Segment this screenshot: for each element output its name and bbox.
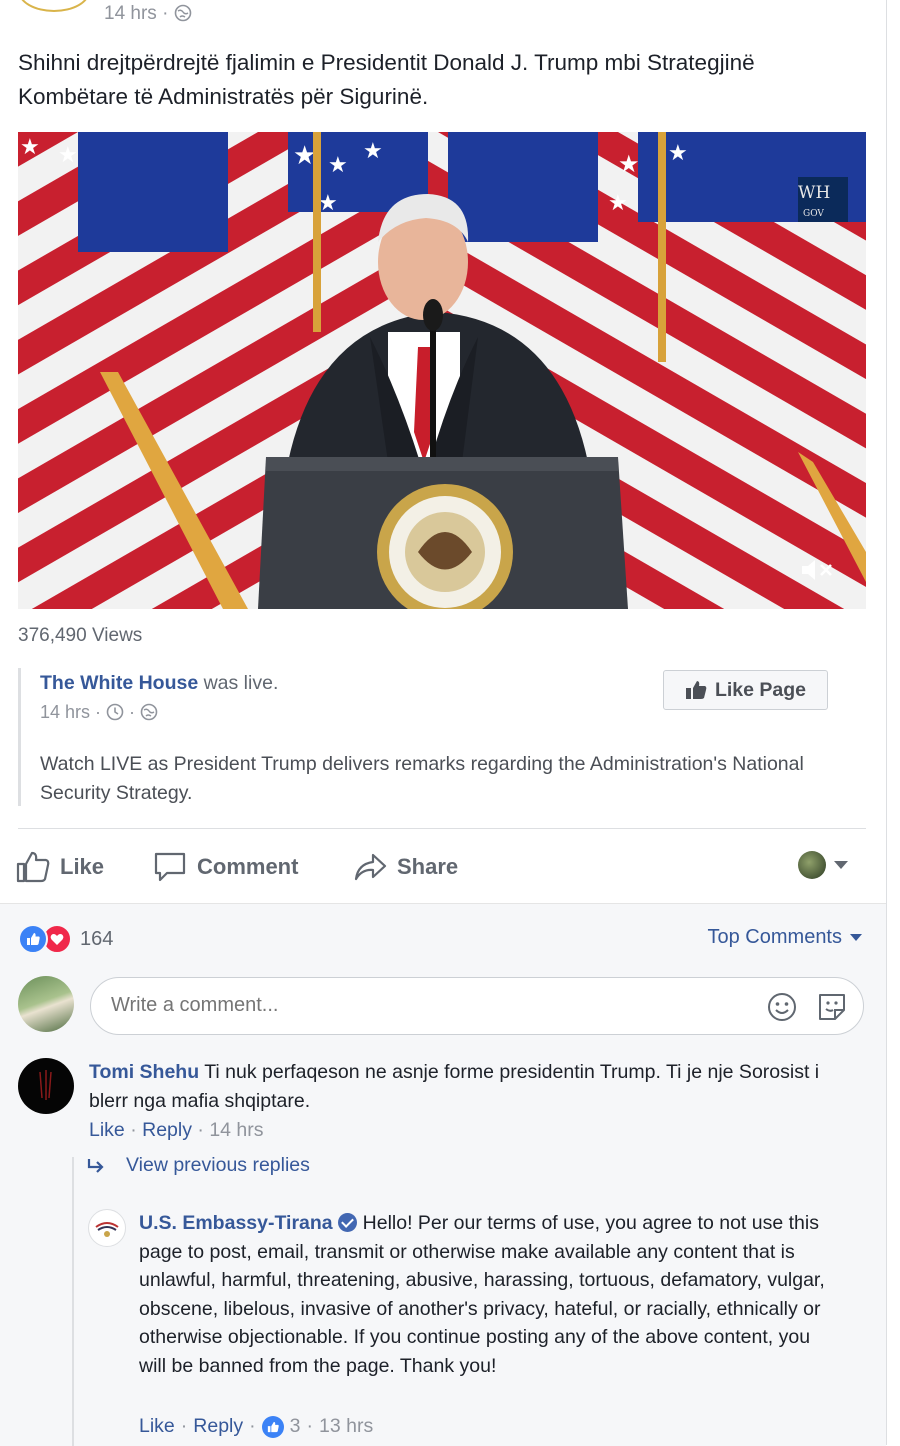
view-count: 376,490 Views	[18, 625, 143, 646]
comment-reply-link[interactable]: Reply	[142, 1119, 192, 1141]
reaction-count: 164	[80, 927, 114, 950]
comment-sort-label: Top Comments	[707, 926, 843, 948]
comment-button[interactable]: Comment	[153, 846, 298, 888]
share-label: Share	[397, 854, 459, 879]
svg-text:★: ★	[363, 139, 383, 164]
reply-text: Hello! Per our terms of use, you agree t…	[139, 1212, 825, 1377]
embassy-avatar[interactable]	[88, 1209, 126, 1247]
comment-input[interactable]	[111, 994, 711, 1017]
like-reaction-icon	[18, 924, 48, 954]
comment-like-link[interactable]: Like	[89, 1119, 125, 1141]
page-avatar[interactable]	[18, 0, 90, 12]
comment-body: Tomi Shehu Ti nuk perfaqeson ne asnje fo…	[89, 1058, 829, 1116]
reply-like-count-icon	[261, 1415, 284, 1438]
svg-text:WH: WH	[798, 183, 830, 203]
shared-header: The White House was live.	[40, 672, 278, 695]
comment-time[interactable]: 14 hrs	[209, 1119, 263, 1141]
like-button[interactable]: Like	[16, 846, 104, 888]
share-button[interactable]: Share	[353, 846, 458, 888]
commenting-as-selector[interactable]	[798, 851, 848, 879]
svg-text:★: ★	[58, 143, 78, 168]
svg-text:★: ★	[20, 135, 40, 160]
like-page-button[interactable]: Like Page	[663, 670, 828, 710]
reply-author-name[interactable]: U.S. Embassy-Tirana	[139, 1212, 333, 1234]
reply-reply-link[interactable]: Reply	[193, 1415, 243, 1438]
chevron-down-icon	[850, 934, 862, 941]
reply-actions: Like · Reply · 3 · 13 hrs	[139, 1415, 374, 1438]
thumbs-up-icon	[685, 681, 707, 699]
post-time-text[interactable]: 14 hrs ·	[104, 3, 174, 24]
comment-author-avatar[interactable]	[18, 1058, 74, 1114]
svg-text:GOV: GOV	[803, 209, 824, 219]
emoji-icon[interactable]	[767, 992, 797, 1022]
svg-text:★: ★	[668, 141, 688, 166]
video-frame: ★ ★ ★ ★ ★ ★ ★ ★ ★ WH GOV	[18, 132, 866, 609]
post-timestamp[interactable]: 14 hrs ·	[104, 3, 192, 25]
mute-icon[interactable]	[800, 557, 838, 583]
globe-icon	[140, 703, 158, 721]
globe-icon	[174, 4, 192, 22]
svg-text:★: ★	[328, 153, 348, 178]
divider	[18, 828, 866, 829]
comment-composer[interactable]	[90, 977, 864, 1035]
shared-description: Watch LIVE as President Trump delivers r…	[40, 753, 804, 804]
reply-like-link[interactable]: Like	[139, 1415, 175, 1438]
comment-text: Ti nuk perfaqeson ne asnje forme preside…	[89, 1061, 820, 1112]
current-user-avatar[interactable]	[18, 976, 74, 1032]
reply-like-count[interactable]: 3	[290, 1415, 301, 1438]
svg-text:★: ★	[618, 150, 640, 178]
reply-body: U.S. Embassy-Tirana Hello! Per our terms …	[139, 1209, 829, 1380]
svg-text:★: ★	[608, 191, 628, 216]
comment-sort-dropdown[interactable]: Top Comments	[707, 926, 862, 949]
chevron-down-icon	[834, 861, 848, 869]
reply-arrow-icon	[87, 1158, 104, 1173]
commenter-avatar	[798, 851, 826, 879]
comment-icon	[154, 852, 186, 882]
reaction-summary[interactable]: 164	[18, 924, 113, 954]
shared-time-text[interactable]: 14 hrs ·	[40, 702, 106, 722]
verified-badge-icon	[337, 1213, 357, 1232]
like-page-label: Like Page	[714, 678, 807, 701]
comments-section: 164 Top Comments Tomi Shehu Ti nuk perfa…	[0, 903, 886, 1446]
shared-page-link[interactable]: The White House	[40, 672, 198, 694]
shared-timestamp[interactable]: 14 hrs · ·	[40, 702, 158, 723]
comment-actions: Like · Reply · 14 hrs	[89, 1119, 264, 1141]
clock-icon	[106, 703, 124, 721]
video-player[interactable]: ★ ★ ★ ★ ★ ★ ★ ★ ★ WH GOV	[18, 132, 866, 609]
post-text: Shihni drejtpërdrejtë fjalimin e Preside…	[18, 50, 755, 109]
view-previous-label: View previous replies	[126, 1154, 310, 1176]
reply-time[interactable]: 13 hrs	[319, 1415, 373, 1438]
comment-label: Comment	[197, 854, 299, 879]
svg-text:★: ★	[293, 141, 316, 171]
reply-thread-line	[72, 1157, 74, 1446]
like-icon	[16, 851, 50, 883]
action-bar: Like Comment Share	[0, 840, 886, 894]
sticker-icon[interactable]	[817, 992, 847, 1022]
view-previous-replies[interactable]: View previous replies	[86, 1154, 310, 1177]
share-icon	[354, 853, 387, 881]
like-label: Like	[60, 854, 105, 879]
post-card: 14 hrs · Shihni drejtpërdrejtë fjalimin …	[0, 0, 887, 1446]
comment-author-name[interactable]: Tomi Shehu	[89, 1061, 199, 1083]
shared-status: was live.	[198, 672, 279, 694]
